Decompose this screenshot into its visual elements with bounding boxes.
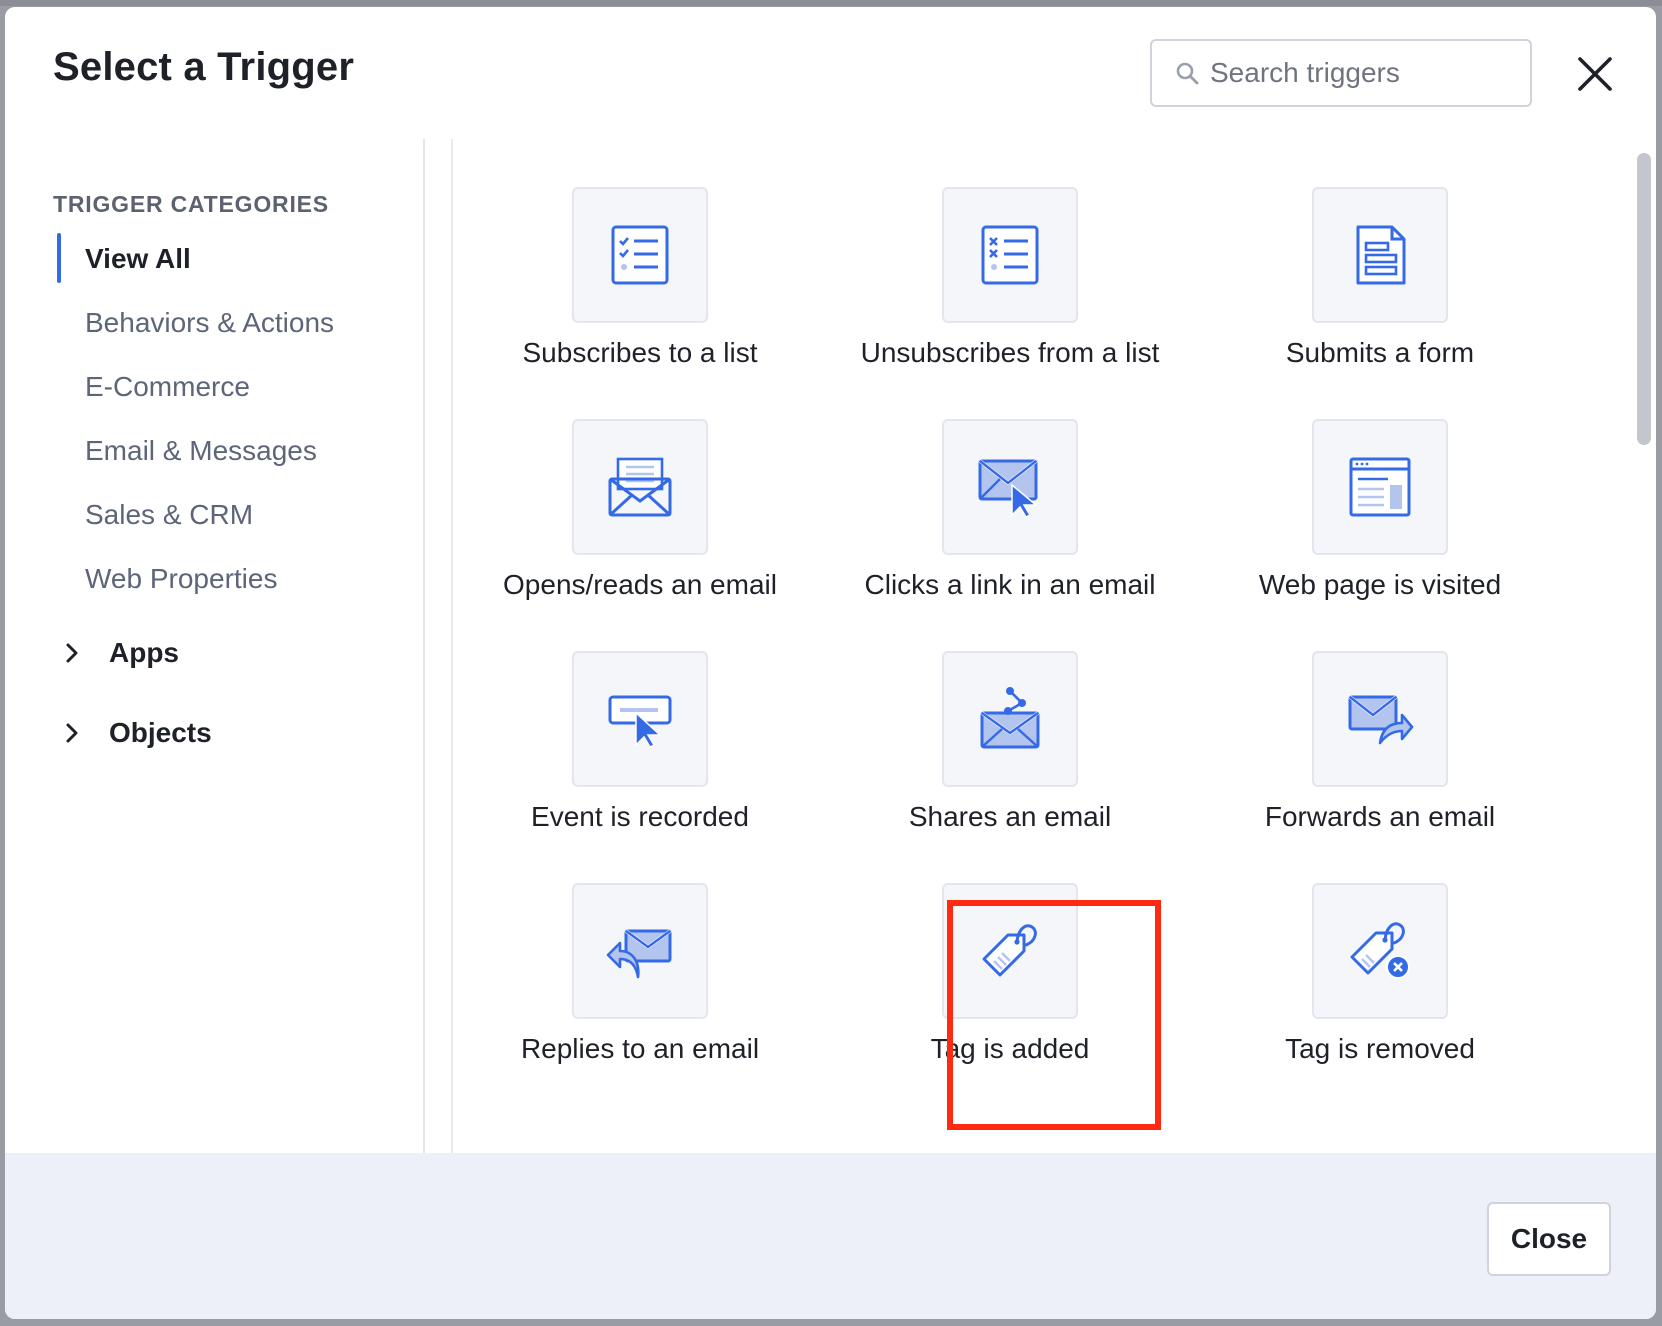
category-objects-label: Objects [109,717,212,748]
search-box[interactable] [1150,39,1532,107]
tile-icon-box [1312,651,1448,787]
trigger-label: Unsubscribes from a list [860,337,1160,368]
tile-icon-box [572,651,708,787]
category-e-commerce[interactable]: E-Commerce [5,355,423,419]
tile-icon-box [1312,187,1448,323]
trigger-clicks-link[interactable]: Clicks a link in an email [825,371,1195,617]
modal-title: Select a Trigger [53,45,355,89]
trigger-label: Opens/reads an email [503,569,777,600]
close-button[interactable]: Close [1487,1202,1611,1276]
x-list-icon [981,225,1039,285]
web-page-icon [1349,457,1411,517]
trigger-unsubscribes-from-list[interactable]: Unsubscribes from a list [825,139,1195,385]
category-sales-crm[interactable]: Sales & CRM [5,483,423,547]
backdrop [0,0,1662,6]
form-icon [1356,225,1406,285]
trigger-tag-removed[interactable]: Tag is removed [1195,835,1565,1081]
trigger-submits-form[interactable]: Submits a form [1195,139,1565,385]
tag-remove-icon [1350,922,1410,979]
trigger-opens-email[interactable]: Opens/reads an email [455,371,825,617]
trigger-categories-sidebar: TRIGGER CATEGORIES View All Behaviors & … [5,139,425,1153]
share-envelope-icon [980,687,1040,749]
trigger-subscribes-to-list[interactable]: Subscribes to a list [455,139,825,385]
trigger-label: Forwards an email [1264,801,1496,832]
tile-icon-box [1312,883,1448,1019]
search-input[interactable] [1210,57,1510,89]
trigger-replies-email[interactable]: Replies to an email [455,835,825,1081]
tag-icon [982,924,1037,977]
category-objects[interactable]: Objects [5,693,423,773]
category-list: View All Behaviors & Actions E-Commerce … [5,227,423,611]
event-cursor-icon [608,695,672,748]
trigger-label: Event is recorded [531,801,749,832]
trigger-label: Web page is visited [1258,569,1502,600]
trigger-label: Submits a form [1285,337,1475,368]
category-view-all[interactable]: View All [5,227,423,291]
checklist-icon [611,225,669,285]
divider [451,139,453,1153]
forward-envelope-icon [1348,695,1414,745]
trigger-tag-added[interactable]: Tag is added [825,835,1195,1081]
tile-icon-box [1312,419,1448,555]
chevron-right-icon [66,643,78,663]
close-icon[interactable] [1574,53,1616,95]
trigger-shares-email[interactable]: Shares an email [825,603,1195,849]
category-email-messages[interactable]: Email & Messages [5,419,423,483]
expandable-categories: Apps Objects [5,613,423,773]
trigger-label: Clicks a link in an email [864,569,1156,600]
category-apps-label: Apps [109,637,179,668]
search-icon [1176,62,1199,85]
open-envelope-icon [608,457,672,517]
trigger-forwards-email[interactable]: Forwards an email [1195,603,1565,849]
trigger-label: Replies to an email [520,1033,760,1064]
tile-icon-box [942,187,1078,323]
tile-icon-box [942,651,1078,787]
envelope-cursor-icon [978,459,1039,518]
tile-icon-box [572,419,708,555]
trigger-event-recorded[interactable]: Event is recorded [455,603,825,849]
tile-icon-box [942,883,1078,1019]
tile-icon-box [572,187,708,323]
scrollbar[interactable] [1631,139,1656,1153]
reply-envelope-icon [606,929,672,979]
select-trigger-modal: Select a Trigger TRIGGER CATEGORIES View… [5,7,1656,1319]
trigger-grid: Subscribes to a list Unsubscribes from a… [455,139,1625,1153]
trigger-label: Tag is removed [1285,1033,1475,1064]
trigger-web-page-visited[interactable]: Web page is visited [1195,371,1565,617]
modal-header: Select a Trigger [5,7,1656,139]
tile-icon-box [572,883,708,1019]
sidebar-heading: TRIGGER CATEGORIES [53,191,329,217]
scrollbar-thumb[interactable] [1637,153,1651,445]
trigger-label: Tag is added [930,1033,1090,1064]
tile-icon-box [942,419,1078,555]
category-apps[interactable]: Apps [5,613,423,693]
chevron-right-icon [66,723,78,743]
category-behaviors-actions[interactable]: Behaviors & Actions [5,291,423,355]
trigger-label: Shares an email [908,801,1112,832]
modal-footer: Close [5,1153,1656,1319]
category-web-properties[interactable]: Web Properties [5,547,423,611]
trigger-label: Subscribes to a list [522,337,758,368]
